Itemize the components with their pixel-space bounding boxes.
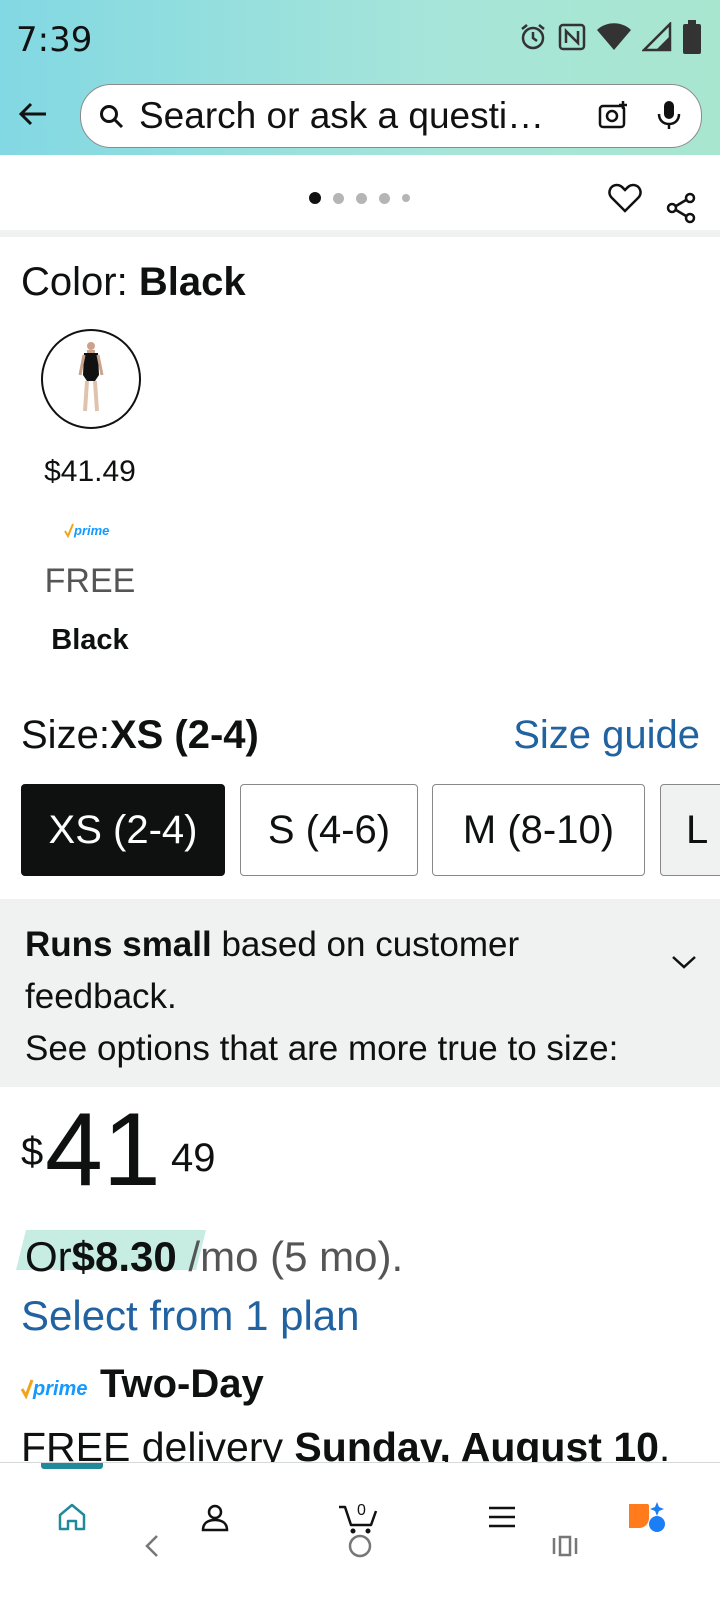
size-label-text: Size: xyxy=(21,713,110,757)
chevron-down-icon[interactable] xyxy=(670,953,698,971)
search-bar[interactable]: Search or ask a questi… xyxy=(80,84,702,148)
carousel-dot[interactable] xyxy=(379,192,390,204)
menu-icon xyxy=(489,1506,515,1528)
price-fraction: 49 xyxy=(171,1136,216,1180)
carousel-dot[interactable] xyxy=(309,192,321,204)
home-icon xyxy=(58,1503,86,1531)
installment-amount: $8.30 xyxy=(71,1233,177,1280)
system-back-icon[interactable] xyxy=(143,1533,161,1559)
price-symbol: $ xyxy=(21,1130,44,1174)
system-nav-bar xyxy=(0,1530,720,1600)
rufus-icon xyxy=(629,1502,665,1532)
battery-icon xyxy=(683,20,701,54)
installment-text: Or$8.30 /mo (5 mo). xyxy=(25,1233,403,1281)
swatch-name: Black xyxy=(51,624,129,656)
size-option-m[interactable]: M (8-10) xyxy=(432,784,645,876)
carousel-dot[interactable] xyxy=(402,194,410,202)
wifi-icon xyxy=(597,23,631,50)
svg-text:prime: prime xyxy=(73,523,109,538)
alarm-icon xyxy=(521,24,545,50)
prime-badge: prime xyxy=(64,523,116,544)
svg-text:0: 0 xyxy=(357,1502,366,1519)
size-option-s[interactable]: S (4-6) xyxy=(240,784,418,876)
section-divider xyxy=(0,230,720,237)
size-option-l[interactable]: L xyxy=(660,784,720,876)
prime-badge: prime xyxy=(20,1378,97,1405)
size-guide-link[interactable]: Size guide xyxy=(513,713,700,758)
carousel-dot[interactable] xyxy=(333,192,344,204)
signal-icon xyxy=(642,22,672,52)
color-label: Color: Black xyxy=(21,260,246,305)
search-icon xyxy=(100,105,124,129)
fit-feedback-text: Runs small based on customer feedback. Se… xyxy=(25,919,665,1075)
carousel-dot[interactable] xyxy=(356,192,367,204)
size-value: XS (2-4) xyxy=(109,713,259,757)
swatch-shipping: FREE xyxy=(44,562,136,600)
back-button[interactable] xyxy=(12,93,54,135)
system-home-icon[interactable] xyxy=(347,1533,373,1559)
search-input[interactable]: Search or ask a questi… xyxy=(139,95,569,137)
mic-icon[interactable] xyxy=(655,99,683,131)
back-arrow-icon xyxy=(18,102,46,126)
swatch-price: $41.49 xyxy=(44,455,136,488)
installment-prefix: Or xyxy=(25,1233,72,1280)
select-plan-link[interactable]: Select from 1 plan xyxy=(21,1292,360,1340)
color-swatch-black[interactable] xyxy=(41,329,141,429)
app-header: 7:39 Search or ask a questi… xyxy=(0,0,720,155)
fit-line2: See options that are more true to size: xyxy=(25,1029,619,1068)
system-recents-icon[interactable] xyxy=(552,1534,578,1558)
size-option-xs[interactable]: XS (2-4) xyxy=(21,784,225,876)
heart-icon[interactable] xyxy=(608,182,642,214)
camera-icon[interactable] xyxy=(597,99,629,131)
status-icons xyxy=(518,20,702,54)
fit-feedback-panel[interactable]: Runs small based on customer feedback. Se… xyxy=(0,899,720,1087)
installment-suffix: /mo (5 mo). xyxy=(176,1233,404,1280)
size-label: Size:XS (2-4) xyxy=(21,713,259,758)
active-tab-indicator xyxy=(41,1463,103,1469)
svg-text:prime: prime xyxy=(32,1378,87,1400)
status-time: 7:39 xyxy=(16,20,93,60)
image-carousel-dots[interactable] xyxy=(309,192,410,204)
price-whole: 41 xyxy=(45,1092,161,1208)
swatch-product-image xyxy=(78,342,104,412)
share-icon[interactable] xyxy=(665,192,697,224)
account-icon xyxy=(201,1504,229,1532)
color-value: Black xyxy=(138,260,246,304)
nfc-icon xyxy=(558,23,586,51)
fit-bold: Runs small xyxy=(25,925,212,964)
delivery-speed: Two-Day xyxy=(100,1362,264,1406)
color-label-text: Color: xyxy=(21,260,128,304)
